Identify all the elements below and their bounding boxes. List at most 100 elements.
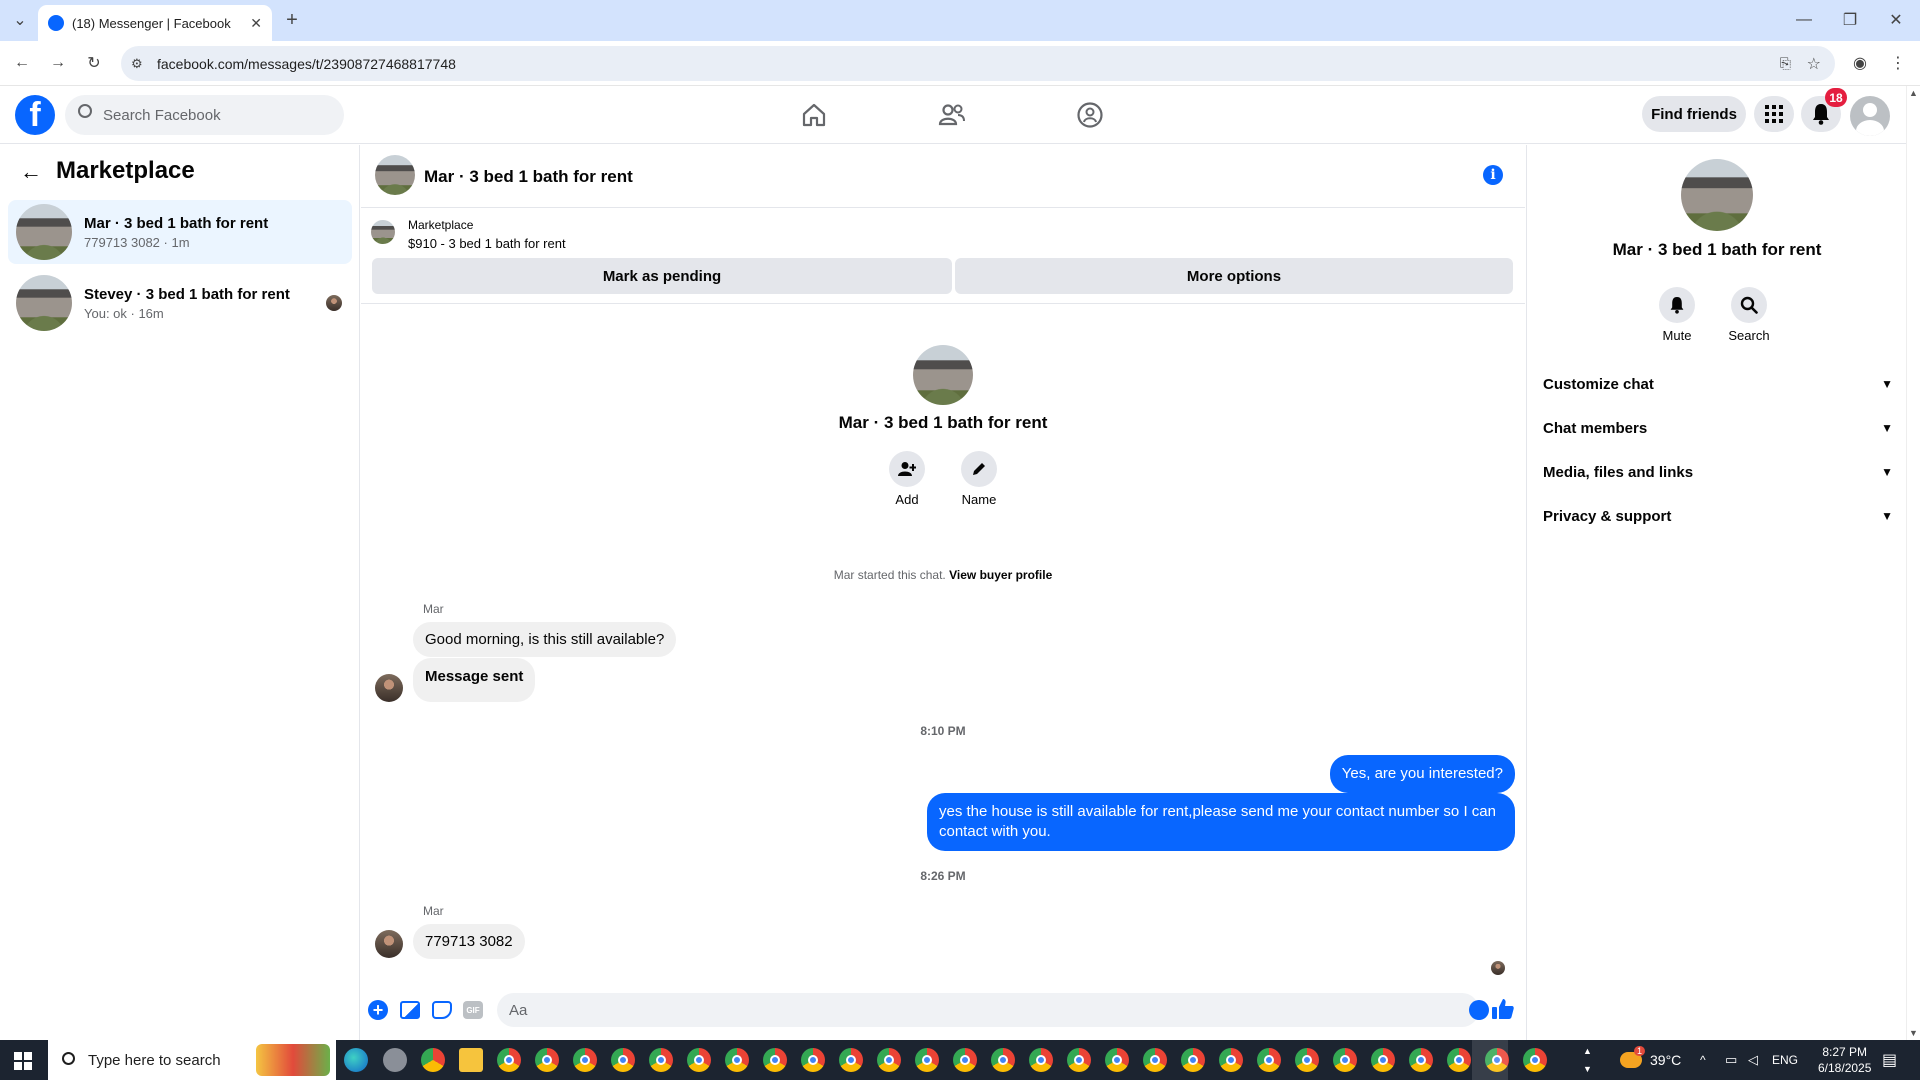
close-window-icon[interactable]: ✕ xyxy=(1882,6,1910,34)
chrome-window-icon[interactable] xyxy=(1409,1048,1433,1072)
chat-title[interactable]: Mar · 3 bed 1 bath for rent xyxy=(424,167,633,187)
bookmark-star-icon[interactable]: ☆ xyxy=(1807,54,1821,74)
close-tab-icon[interactable]: ✕ xyxy=(250,15,262,32)
chrome-window-icon[interactable] xyxy=(1029,1048,1053,1072)
chrome-window-icon[interactable] xyxy=(915,1048,939,1072)
message-bubble[interactable]: Yes, are you interested? xyxy=(1329,755,1515,793)
edit-name-button[interactable] xyxy=(961,451,997,487)
chrome-window-icon[interactable] xyxy=(1219,1048,1243,1072)
clock[interactable]: 8:27 PM 6/18/2025 xyxy=(1818,1040,1871,1080)
chrome-window-icon[interactable] xyxy=(801,1048,825,1072)
chat-info-avatar[interactable] xyxy=(1681,159,1753,231)
weather-widget[interactable]: 1 39°C xyxy=(1620,1040,1681,1080)
search-facebook-input[interactable]: Search Facebook xyxy=(65,95,344,135)
back-arrow-icon[interactable]: ← xyxy=(20,159,42,185)
menu-grid-icon[interactable] xyxy=(1754,96,1794,132)
chrome-window-icon[interactable] xyxy=(953,1048,977,1072)
chrome-window-icon[interactable] xyxy=(535,1048,559,1072)
chrome-window-icon[interactable] xyxy=(839,1048,863,1072)
facebook-logo[interactable]: f xyxy=(15,95,55,135)
more-options-button[interactable]: More options xyxy=(955,258,1513,294)
chrome-window-icon[interactable] xyxy=(1067,1048,1091,1072)
chrome-window-icon[interactable] xyxy=(1105,1048,1129,1072)
file-explorer-icon[interactable] xyxy=(459,1048,483,1072)
conversation-item[interactable]: Stevey · 3 bed 1 bath for rent You: ok ·… xyxy=(8,271,352,335)
chrome-window-icon[interactable] xyxy=(1523,1048,1547,1072)
new-tab-icon[interactable]: + xyxy=(278,6,306,34)
account-avatar[interactable] xyxy=(1850,96,1890,136)
edge-icon[interactable] xyxy=(344,1048,368,1072)
chat-members-section[interactable]: Chat members ▼ xyxy=(1543,410,1893,446)
mute-button[interactable] xyxy=(1659,287,1695,323)
chrome-window-icon[interactable] xyxy=(877,1048,901,1072)
more-actions-icon[interactable]: + xyxy=(368,1000,388,1020)
friends-icon[interactable] xyxy=(930,94,974,136)
site-info-icon[interactable]: ⚙ xyxy=(131,56,143,72)
message-bubble[interactable]: Message sent xyxy=(413,658,536,702)
chrome-window-icon[interactable] xyxy=(497,1048,521,1072)
chat-avatar[interactable] xyxy=(375,155,415,195)
chrome-window-icon[interactable] xyxy=(611,1048,635,1072)
customize-chat-section[interactable]: Customize chat ▼ xyxy=(1543,366,1893,402)
thumbs-up-icon[interactable] xyxy=(1491,997,1515,1021)
chrome-window-icon[interactable] xyxy=(1333,1048,1357,1072)
app-icon[interactable] xyxy=(383,1048,407,1072)
chrome-window-icon[interactable] xyxy=(1295,1048,1319,1072)
chrome-window-icon[interactable] xyxy=(687,1048,711,1072)
chrome-window-icon[interactable] xyxy=(649,1048,673,1072)
browser-menu-icon[interactable]: ⋮ xyxy=(1884,49,1912,77)
taskbar-scroll-arrows[interactable]: ▲ ▼ xyxy=(1583,1042,1592,1078)
chrome-window-icon[interactable] xyxy=(1257,1048,1281,1072)
message-bubble[interactable]: 779713 3082 xyxy=(413,924,525,959)
chrome-window-icon[interactable] xyxy=(763,1048,787,1072)
reload-icon[interactable]: ↻ xyxy=(80,49,108,77)
emoji-icon[interactable] xyxy=(1469,1000,1489,1020)
info-icon[interactable]: i xyxy=(1483,165,1503,185)
tab-search-icon[interactable]: ⌄ xyxy=(6,6,34,34)
view-buyer-profile-link[interactable]: View buyer profile xyxy=(949,568,1052,582)
message-bubble[interactable]: yes the house is still available for ren… xyxy=(927,793,1515,851)
browser-tab[interactable]: (18) Messenger | Facebook ✕ xyxy=(38,5,272,41)
chrome-window-icon[interactable] xyxy=(1447,1048,1471,1072)
message-input[interactable]: Aa xyxy=(497,993,1489,1027)
sender-avatar[interactable] xyxy=(375,674,403,702)
restore-icon[interactable]: ❐ xyxy=(1836,6,1864,34)
find-friends-button[interactable]: Find friends xyxy=(1642,96,1746,132)
language-indicator[interactable]: ENG xyxy=(1772,1040,1798,1080)
media-files-links-section[interactable]: Media, files and links ▼ xyxy=(1543,454,1893,490)
gif-icon[interactable]: GIF xyxy=(463,1001,483,1019)
scroll-down-arrow-icon[interactable]: ▼ xyxy=(1909,1028,1918,1038)
address-bar[interactable]: ⚙ facebook.com/messages/t/23908727468817… xyxy=(121,46,1835,81)
conversation-item[interactable]: Mar · 3 bed 1 bath for rent 779713 3082 … xyxy=(8,200,352,264)
sticker-icon[interactable] xyxy=(432,1001,452,1019)
back-icon[interactable]: ← xyxy=(8,49,36,77)
page-scrollbar[interactable]: ▲ ▼ xyxy=(1906,86,1920,1040)
windows-start-icon[interactable] xyxy=(14,1052,32,1070)
network-icon[interactable]: ▭ xyxy=(1725,1040,1737,1080)
search-in-chat-button[interactable] xyxy=(1731,287,1767,323)
chrome-icon[interactable] xyxy=(421,1048,445,1072)
chrome-window-icon[interactable] xyxy=(1181,1048,1205,1072)
listing-title[interactable]: $910 - 3 bed 1 bath for rent xyxy=(408,236,566,251)
chrome-window-icon[interactable] xyxy=(573,1048,597,1072)
attach-media-icon[interactable] xyxy=(400,1001,420,1019)
chrome-window-icon[interactable] xyxy=(991,1048,1015,1072)
mark-as-pending-button[interactable]: Mark as pending xyxy=(372,258,952,294)
listing-thumbnail[interactable] xyxy=(371,220,395,244)
action-center-icon[interactable]: ▤ xyxy=(1882,1040,1897,1080)
forward-icon[interactable]: → xyxy=(44,49,72,77)
chrome-window-icon[interactable] xyxy=(1143,1048,1167,1072)
home-icon[interactable] xyxy=(792,94,836,136)
install-app-icon[interactable]: ⎘ xyxy=(1780,55,1791,72)
show-hidden-icons-chevron-icon[interactable]: ^ xyxy=(1700,1040,1706,1080)
add-people-button[interactable] xyxy=(889,451,925,487)
minimize-icon[interactable]: — xyxy=(1790,6,1818,34)
message-bubble[interactable]: Good morning, is this still available? xyxy=(413,622,677,657)
chrome-window-icon[interactable] xyxy=(725,1048,749,1072)
scroll-up-arrow-icon[interactable]: ▲ xyxy=(1909,88,1918,98)
groups-icon[interactable] xyxy=(1068,94,1112,136)
privacy-support-section[interactable]: Privacy & support ▼ xyxy=(1543,498,1893,534)
taskbar-search-box[interactable]: Type here to search xyxy=(48,1040,336,1080)
sender-avatar[interactable] xyxy=(375,930,403,958)
chrome-window-icon[interactable] xyxy=(1371,1048,1395,1072)
